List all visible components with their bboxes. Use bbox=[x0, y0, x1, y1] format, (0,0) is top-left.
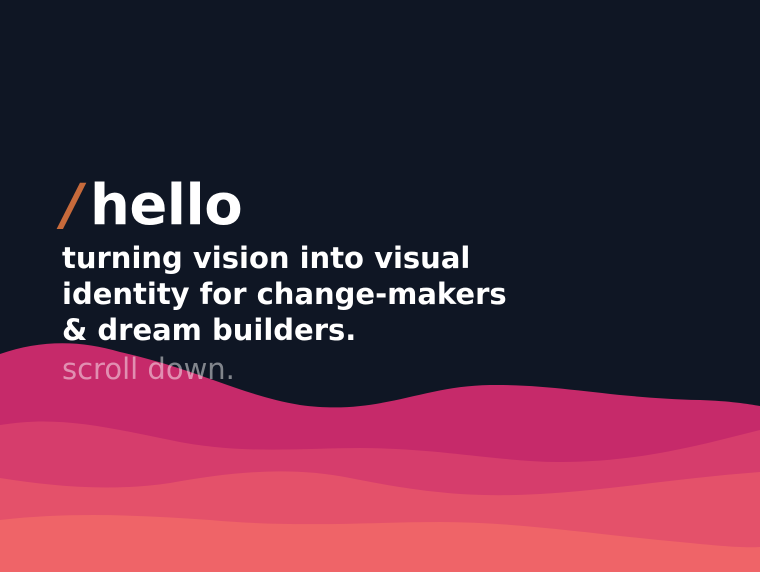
hero-content: / hello turning vision into visual identi… bbox=[62, 173, 682, 387]
tagline: turning vision into visual identity for … bbox=[62, 241, 507, 347]
title-text: hello bbox=[89, 173, 243, 238]
hero-section: / hello turning vision into visual identi… bbox=[0, 0, 760, 572]
page-title: / hello bbox=[62, 173, 682, 239]
scroll-down-link[interactable]: scroll down. bbox=[62, 351, 235, 387]
slash-accent: / bbox=[62, 173, 82, 238]
